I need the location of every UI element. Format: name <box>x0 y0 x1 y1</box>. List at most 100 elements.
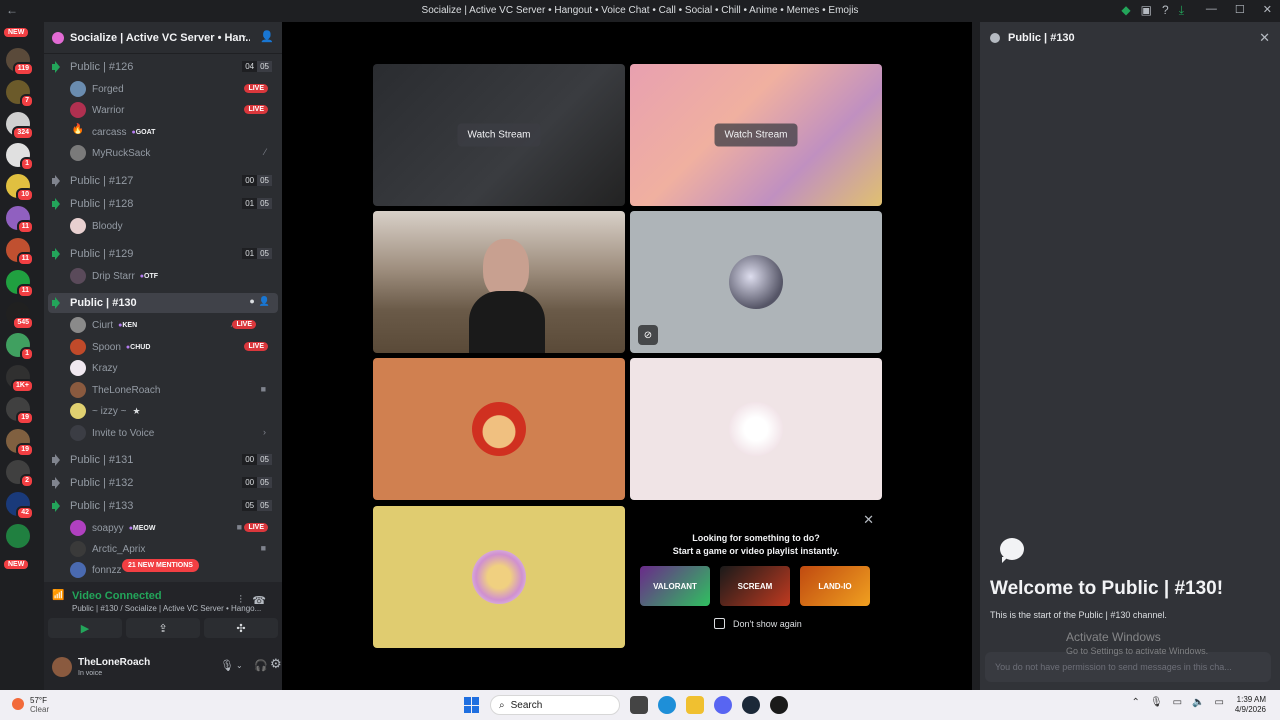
server-icon[interactable]: 11 <box>6 238 34 266</box>
voice-member[interactable]: Bloody <box>70 216 276 236</box>
taskbar-search[interactable]: ⌕ Search <box>490 695 620 715</box>
voice-channel-128[interactable]: Public | #128 01 05 <box>48 194 278 214</box>
avatar[interactable] <box>52 657 72 677</box>
avatar-tile-2[interactable]: ⊘ <box>630 211 882 353</box>
screen-icon[interactable]: ▣ <box>1141 3 1152 18</box>
minimize-icon[interactable]: — <box>1206 3 1217 16</box>
game-card-scream[interactable]: SCREAM <box>720 566 790 606</box>
avatar-tile-5[interactable] <box>373 506 625 648</box>
member-tag: MEOW <box>129 525 156 532</box>
watch-stream-button[interactable]: Watch Stream <box>714 123 798 147</box>
chat-bubble-icon[interactable]: ● <box>249 296 254 307</box>
start-button[interactable] <box>464 697 480 713</box>
camera-tile[interactable] <box>373 211 625 353</box>
discord-icon[interactable] <box>714 696 732 714</box>
message-input[interactable]: You do not have permission to send messa… <box>985 652 1271 682</box>
server-icon[interactable]: 1 <box>6 143 34 171</box>
server-icon[interactable]: 119 <box>6 48 34 76</box>
voice-member[interactable]: Forged LIVE <box>70 79 276 99</box>
signal-icon[interactable]: 📶 <box>52 590 64 602</box>
video-camera-icon: ■ <box>236 522 242 532</box>
add-member-icon[interactable]: 👤 <box>259 296 270 307</box>
microphone-icon[interactable]: 🎙 <box>1150 697 1163 708</box>
close-icon[interactable]: ✕ <box>863 512 874 528</box>
voice-channel-129[interactable]: Public | #129 01 05 <box>48 244 278 264</box>
battery-icon[interactable]: ▭ <box>1215 697 1224 708</box>
volume-icon[interactable]: 🔈 <box>1192 697 1204 708</box>
voice-channel-126[interactable]: Public | #126 04 05 <box>48 57 278 77</box>
voice-channel-130[interactable]: Public | #130 ● 👤 <box>48 293 278 313</box>
avatar-tile-4[interactable] <box>630 358 882 500</box>
voice-member[interactable]: MyRuckSack ⁄ <box>70 143 276 163</box>
voice-member[interactable]: Ciurt KEN ⁄ ⊘ LIVE <box>70 315 276 335</box>
avatar-tile-3[interactable] <box>373 358 625 500</box>
member-name: fonnzz <box>92 564 122 576</box>
server-icon[interactable]: 19 <box>6 397 34 425</box>
nitro-icon[interactable]: ◆ <box>1121 3 1130 18</box>
download-icon[interactable]: ⤓ <box>1179 3 1184 18</box>
voice-channel-127[interactable]: Public | #127 00 05 <box>48 171 278 191</box>
connection-status[interactable]: Video Connected <box>72 590 261 602</box>
steam-icon[interactable] <box>742 696 760 714</box>
server-icon[interactable]: 545 <box>6 302 34 330</box>
voice-channel-131[interactable]: Public | #131 00 05 <box>48 450 278 470</box>
game-card-land-io[interactable]: LAND-IO <box>800 566 870 606</box>
voice-member[interactable]: ~ izzy ~ ★ <box>70 401 276 421</box>
guild-header[interactable]: Socialize | Active VC Server • Han... ⌄ … <box>44 22 282 54</box>
server-icon[interactable] <box>6 524 30 548</box>
network-icon[interactable]: ▭ <box>1173 697 1182 708</box>
stream-tile-2[interactable]: Watch Stream <box>630 64 882 206</box>
clock[interactable]: 1:39 AM 4/9/2026 <box>1235 695 1266 715</box>
invite-to-voice[interactable]: Invite to Voice › <box>70 423 276 443</box>
maximize-icon[interactable]: ☐ <box>1235 3 1245 16</box>
voice-member[interactable]: Spoon CHUD LIVE <box>70 337 276 357</box>
task-view-icon[interactable] <box>630 696 648 714</box>
voice-member[interactable]: 🔥 carcass GOAT <box>70 122 276 142</box>
voice-member[interactable]: soapyy MEOW ■ LIVE <box>70 518 276 538</box>
dont-show-checkbox[interactable] <box>714 618 725 629</box>
chevron-down-icon[interactable]: ⌄ <box>236 661 243 670</box>
file-explorer-icon[interactable] <box>686 696 704 714</box>
close-icon[interactable]: ✕ <box>1259 30 1270 46</box>
help-icon[interactable]: ? <box>1162 3 1169 18</box>
camera-button[interactable]: ▶ <box>48 618 122 638</box>
voice-member[interactable]: TheLoneRoach ■ <box>70 380 276 400</box>
watch-stream-button[interactable]: Watch Stream <box>457 123 541 147</box>
invite-people-icon[interactable]: 👤 <box>260 30 274 43</box>
gear-icon[interactable]: ⚙ <box>270 656 282 672</box>
screen-share-button[interactable]: ⇪ <box>126 618 200 638</box>
voice-member[interactable]: Krazy <box>70 358 276 378</box>
server-icon[interactable]: 42 <box>6 492 34 520</box>
voice-channel-133[interactable]: Public | #133 05 05 <box>48 496 278 516</box>
title-bar: ← Socialize | Active VC Server • Hangout… <box>0 0 1280 22</box>
voice-member[interactable]: Drip Starr OTF <box>70 266 276 286</box>
server-icon[interactable]: 11 <box>6 270 34 298</box>
chevron-up-icon[interactable]: ⌃ <box>1132 697 1140 708</box>
server-icon[interactable]: 10 <box>6 174 34 202</box>
game-card-valorant[interactable]: VALORANT <box>640 566 710 606</box>
voice-member[interactable]: Arctic_Aprix ■ <box>70 539 276 559</box>
new-mentions-pill[interactable]: 21 NEW MENTIONS <box>122 559 199 572</box>
disconnect-icon[interactable]: ☎ <box>252 594 266 607</box>
edge-icon[interactable] <box>658 696 676 714</box>
server-icon[interactable]: 2 <box>6 460 34 488</box>
voice-member[interactable]: Warrior LIVE <box>70 100 276 120</box>
weather-widget[interactable]: 57°F Clear <box>12 696 49 714</box>
server-icon[interactable]: 19 <box>6 429 34 457</box>
activities-button[interactable]: ✣ <box>204 618 278 638</box>
server-icon[interactable]: 1 <box>6 333 34 361</box>
stream-tile-1[interactable]: Watch Stream <box>373 64 625 206</box>
noise-suppression-icon[interactable]: ⫶ <box>239 594 242 607</box>
live-badge: LIVE <box>244 342 268 351</box>
server-icon[interactable]: 11 <box>6 206 34 234</box>
obs-icon[interactable] <box>770 696 788 714</box>
voice-channel-132[interactable]: Public | #132 00 05 <box>48 473 278 493</box>
microphone-icon[interactable]: 🎙 <box>220 659 234 672</box>
server-icon[interactable]: 1K+ <box>6 365 34 393</box>
close-window-icon[interactable]: ✕ <box>1263 3 1272 16</box>
chevron-down-icon[interactable]: ⌄ <box>240 30 248 41</box>
server-icon[interactable]: 324 <box>6 112 34 140</box>
username[interactable]: TheLoneRoach <box>78 657 150 668</box>
headphones-icon[interactable]: 🎧 <box>254 659 268 672</box>
server-icon[interactable]: 7 <box>6 80 34 108</box>
